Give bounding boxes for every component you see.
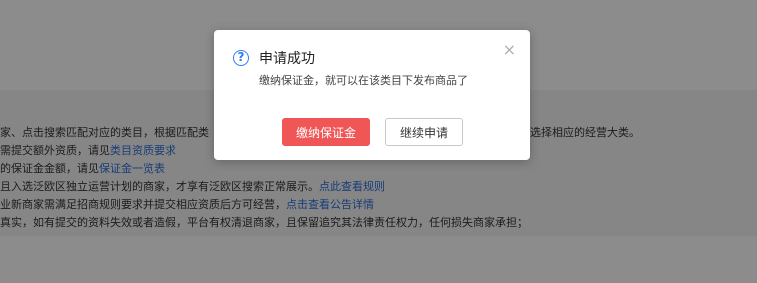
pay-deposit-button[interactable]: 缴纳保证金 bbox=[282, 118, 370, 146]
close-icon[interactable]: × bbox=[503, 42, 516, 58]
success-dialog: ? 申请成功 缴纳保证金，就可以在该类目下发布商品了 × 缴纳保证金 继续申请 bbox=[214, 30, 530, 160]
dialog-title: 申请成功 bbox=[259, 51, 315, 67]
continue-apply-button[interactable]: 继续申请 bbox=[385, 118, 463, 146]
question-circle-icon: ? bbox=[233, 50, 249, 66]
dialog-message: 缴纳保证金，就可以在该类目下发布商品了 bbox=[259, 74, 468, 87]
